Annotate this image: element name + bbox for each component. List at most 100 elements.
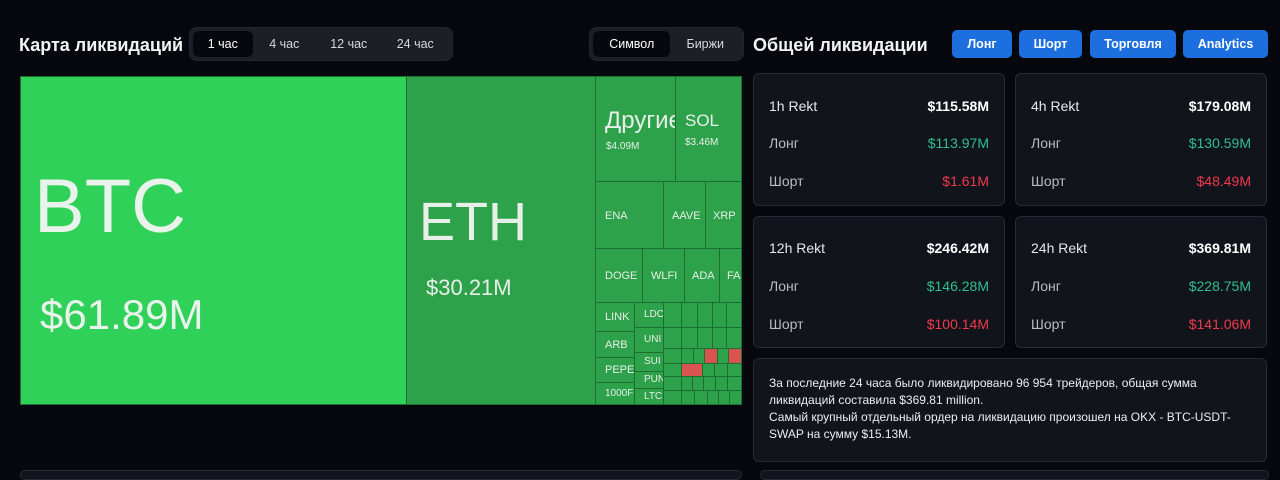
tile-btc[interactable]: BTC $61.89M [20,76,407,405]
trade-button[interactable]: Торговля [1090,30,1176,58]
tile-small[interactable] [729,390,742,405]
tile-sui[interactable]: SUI [634,352,664,372]
long-button[interactable]: Лонг [952,30,1012,58]
summary-line-1: За последние 24 часа было ликвидировано … [769,376,1197,407]
stat-period: 24h Rekt [1031,240,1088,256]
tile-small[interactable] [712,302,727,328]
stat-long-value: $228.75M [1188,278,1251,294]
tile-small[interactable] [663,302,682,328]
bottom-panel-left [20,470,742,480]
tile-wlfi-symbol: WLFI [651,270,678,282]
tab-24h[interactable]: 24 час [382,31,449,57]
stat-total: $179.08M [1188,98,1251,114]
total-liquidation-title: Общей ликвидации [753,35,928,55]
tile-fa-symbol: FA [727,270,741,282]
tile-aave[interactable]: AAVE [663,181,706,249]
stat-card-24h: 24h Rekt $369.81M Лонг $228.75M Шорт $141.0… [1015,216,1267,348]
tile-xrp[interactable]: XRP [705,181,742,249]
tile-small[interactable] [726,327,742,349]
tile-pun-symbol: PUN [644,374,664,385]
stat-short-value: $48.49M [1196,173,1251,189]
tile-small[interactable] [714,363,728,377]
tile-small[interactable] [697,302,713,328]
tile-sol[interactable]: SOL $3.46M [675,76,742,182]
tile-pepe[interactable]: PEPE [595,357,635,383]
tab-12h[interactable]: 12 час [316,31,381,57]
stat-long-value: $146.28M [926,278,989,294]
tile-fa[interactable]: FA [719,248,742,303]
tile-link-symbol: LINK [605,311,630,323]
stat-long-value: $113.97M [927,135,989,151]
tile-uni-symbol: UNI [644,334,662,345]
tile-doge[interactable]: DOGE [595,248,643,303]
tile-small-short[interactable] [728,348,742,364]
tile-small[interactable] [727,376,742,391]
tile-small-short[interactable] [704,348,718,364]
tile-small[interactable] [681,327,698,349]
tile-ada[interactable]: ADA [684,248,720,303]
stat-short-value: $1.61M [942,173,989,189]
time-range-tabs: 1 час 4 час 12 час 24 час [189,27,453,61]
tile-small[interactable] [712,327,727,349]
stat-card-1h: 1h Rekt $115.58M Лонг $113.97M Шорт $1.61M [753,73,1005,206]
tile-small[interactable] [663,390,682,405]
tile-small[interactable] [727,363,742,377]
tab-symbol[interactable]: Символ [593,31,671,57]
stat-long-label: Лонг [1031,135,1061,151]
summary-line-2: Самый крупный отдельный ордер на ликвида… [769,410,1231,441]
tile-small[interactable] [663,376,682,391]
short-button[interactable]: Шорт [1019,30,1082,58]
stat-short-label: Шорт [769,173,804,189]
stat-short-label: Шорт [1031,316,1066,332]
liquidation-summary: За последние 24 часа было ликвидировано … [753,358,1267,462]
tile-other[interactable]: Другие $4.09M [595,76,676,182]
tile-1000f[interactable]: 1000F [595,382,635,405]
tile-ltc[interactable]: LTC [634,388,664,405]
tile-small[interactable] [681,390,695,405]
tile-pun[interactable]: PUN [634,371,664,389]
tile-sui-symbol: SUI [644,356,661,367]
tile-small[interactable] [694,390,708,405]
tile-small-short[interactable] [681,363,703,377]
tile-eth-value: $30.21M [426,275,512,300]
tile-small[interactable] [663,327,682,349]
stat-long-label: Лонг [769,278,799,294]
stat-card-12h: 12h Rekt $246.42M Лонг $146.28M Шорт $100.1… [753,216,1005,348]
tile-sol-value: $3.46M [685,137,719,148]
tile-small[interactable] [726,302,742,328]
tab-4h[interactable]: 4 час [253,31,317,57]
analytics-button[interactable]: Analytics [1183,30,1268,58]
tile-uni[interactable]: UNI [634,327,664,353]
tile-ldo-symbol: LDO [644,309,664,320]
tile-other-symbol: Другие [605,107,676,134]
stat-period: 12h Rekt [769,240,826,256]
tile-ena[interactable]: ENA [595,181,664,249]
tile-eth[interactable]: ETH $30.21M [406,76,596,405]
stat-short-label: Шорт [769,316,804,332]
tile-sol-symbol: SOL [685,111,720,130]
tile-small[interactable] [663,348,682,364]
tile-ada-symbol: ADA [692,270,715,282]
liquidation-treemap: BTC $61.89M ETH $30.21M Другие $4.09M SO… [20,76,742,405]
tile-ltc-symbol: LTC [644,391,663,402]
stat-card-4h: 4h Rekt $179.08M Лонг $130.59M Шорт $48.49M [1015,73,1267,206]
tile-pepe-symbol: PEPE [605,364,635,376]
view-mode-tabs: Символ Биржи [589,27,744,61]
tile-link[interactable]: LINK [595,302,635,332]
tile-small[interactable] [663,363,682,377]
stat-short-value: $100.14M [926,316,989,332]
tab-1h[interactable]: 1 час [193,31,253,57]
tile-eth-symbol: ETH [419,192,527,252]
tile-aave-symbol: AAVE [672,210,701,222]
tile-other-value: $4.09M [606,141,640,152]
tile-wlfi[interactable]: WLFI [642,248,685,303]
tile-small[interactable] [681,302,698,328]
stat-long-value: $130.59M [1188,135,1251,151]
tile-small[interactable] [697,327,713,349]
liquidation-map-title: Карта ликвидаций [19,35,184,55]
tile-ldo[interactable]: LDO [634,302,664,328]
stat-long-label: Лонг [1031,278,1061,294]
tab-exchanges[interactable]: Биржи [670,31,740,57]
tile-arb[interactable]: ARB [595,331,635,358]
stat-period: 1h Rekt [769,98,818,114]
